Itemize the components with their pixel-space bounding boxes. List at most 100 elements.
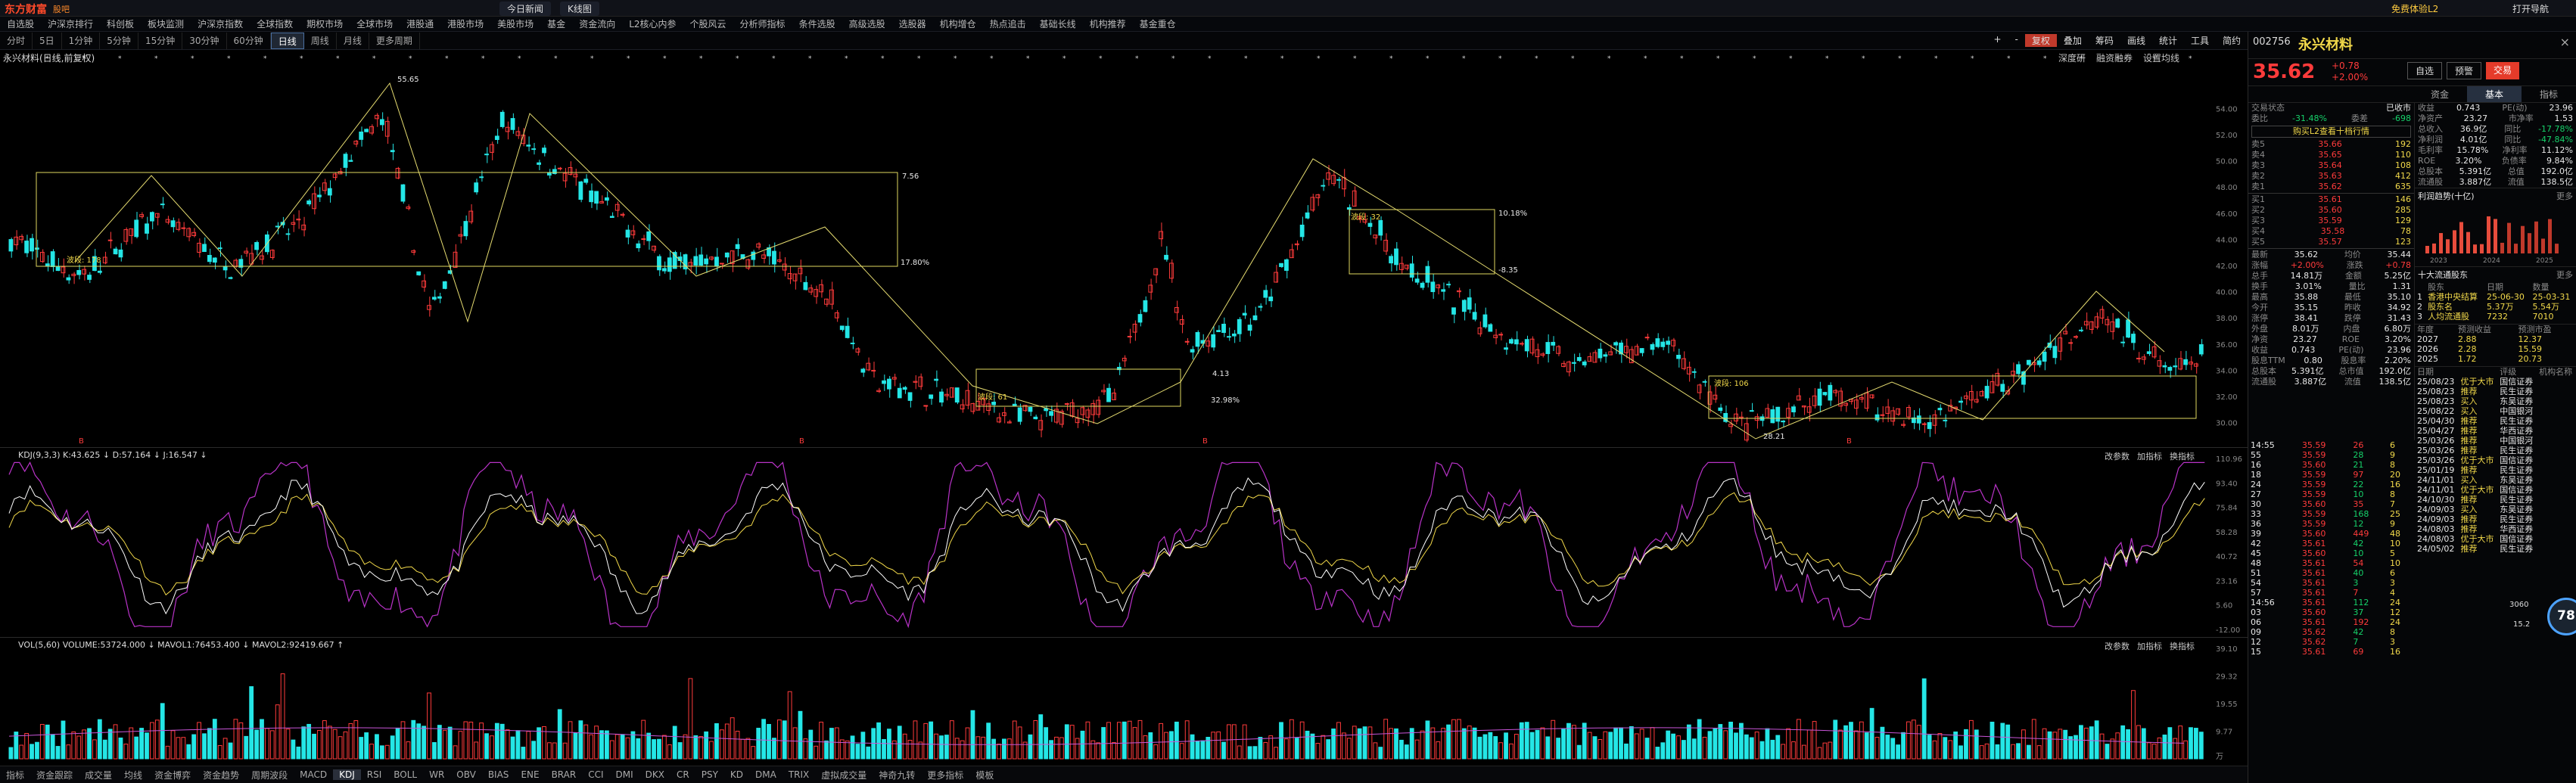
rating-row-3[interactable]: 25/08/22 买入 中国银河	[2415, 406, 2576, 416]
indicator-tab-12[interactable]: OBV	[450, 769, 482, 780]
toolbar-button-2[interactable]: 复权	[2024, 34, 2057, 47]
indicator-tab-5[interactable]: 资金趋势	[197, 769, 245, 781]
period-tab-3[interactable]: 5分钟	[100, 32, 138, 49]
period-tab-6[interactable]: 60分钟	[227, 32, 271, 49]
kdj-switch-indicator-button[interactable]: 换指标	[2170, 450, 2195, 462]
menu-item-7[interactable]: 全球市场	[350, 17, 400, 32]
indicator-tab-23[interactable]: TRIX	[782, 769, 815, 780]
menu-item-22[interactable]: 机构推荐	[1083, 17, 1133, 32]
menu-item-9[interactable]: 港股市场	[440, 17, 490, 32]
rating-row-16[interactable]: 24/08/03 优于大市 国信证券	[2415, 534, 2576, 544]
close-icon[interactable]: ×	[2560, 35, 2570, 49]
indicator-tab-20[interactable]: PSY	[695, 769, 724, 780]
indicator-tab-7[interactable]: MACD	[294, 769, 333, 780]
toolbar-button-3[interactable]: 叠加	[2057, 34, 2089, 47]
indicator-tab-18[interactable]: DKX	[639, 769, 670, 780]
period-tab-1[interactable]: 5日	[33, 32, 62, 49]
indicator-tab-11[interactable]: WR	[423, 769, 450, 780]
menu-item-0[interactable]: 自选股	[0, 17, 41, 32]
rating-row-1[interactable]: 25/08/23 推荐 民生证券	[2415, 387, 2576, 396]
indicator-tab-8[interactable]: KDJ	[333, 769, 361, 780]
toolbar-button-8[interactable]: 简约	[2216, 34, 2248, 47]
indicator-tab-1[interactable]: 资金跟踪	[30, 769, 79, 781]
menu-item-3[interactable]: 板块监测	[141, 17, 191, 32]
indicator-tab-13[interactable]: BIAS	[482, 769, 515, 780]
indicator-tab-26[interactable]: 更多指标	[921, 769, 969, 781]
alert-button[interactable]: 预警	[2447, 62, 2482, 79]
rating-row-8[interactable]: 25/03/26 优于大市 国信证券	[2415, 455, 2576, 465]
menu-item-18[interactable]: 选股器	[892, 17, 933, 32]
vol-switch-indicator-button[interactable]: 换指标	[2170, 640, 2195, 652]
toolbar-button-7[interactable]: 工具	[2184, 34, 2216, 47]
rating-row-4[interactable]: 25/04/30 推荐 民生证券	[2415, 416, 2576, 426]
kdj-add-indicator-button[interactable]: 加指标	[2137, 450, 2162, 462]
vol-edit-params-button[interactable]: 改参数	[2105, 640, 2130, 652]
kdj-pane[interactable]: KDJ(9,3,3) K:43.625 ↓ D:57.164 ↓ J:16.54…	[0, 447, 2248, 637]
kdj-edit-params-button[interactable]: 改参数	[2105, 450, 2130, 462]
rating-row-2[interactable]: 25/08/23 买入 东吴证券	[2415, 396, 2576, 406]
menu-item-6[interactable]: 期权市场	[300, 17, 350, 32]
period-tab-2[interactable]: 1分钟	[62, 32, 101, 49]
indicator-tab-4[interactable]: 资金博弈	[148, 769, 197, 781]
rating-row-14[interactable]: 24/09/03 推荐 民生证券	[2415, 514, 2576, 524]
toolbar-button-1[interactable]: -	[2008, 34, 2025, 47]
period-tab-8[interactable]: 周线	[304, 32, 337, 49]
indicator-tab-15[interactable]: BRAR	[546, 769, 583, 780]
side-tab-indicators[interactable]: 指标	[2522, 86, 2576, 102]
toolbar-button-6[interactable]: 统计	[2152, 34, 2184, 47]
toolbar-button-0[interactable]: +	[1986, 34, 2008, 47]
trade-button[interactable]: 交易	[2486, 62, 2520, 79]
add-watchlist-button[interactable]: 自选	[2407, 62, 2443, 79]
holder-row-0[interactable]: 1 香港中央结算 25-06-30 25-03-31	[2415, 292, 2576, 302]
menu-item-4[interactable]: 沪深京指数	[191, 17, 250, 32]
period-tab-5[interactable]: 30分钟	[182, 32, 227, 49]
menu-item-14[interactable]: 个股风云	[683, 17, 733, 32]
volume-pane[interactable]: VOL(5,60) VOLUME:53724.000 ↓ MAVOL1:7645…	[0, 637, 2248, 766]
side-tab-funds[interactable]: 资金	[2413, 86, 2467, 102]
indicator-tab-22[interactable]: DMA	[749, 769, 782, 780]
menu-item-2[interactable]: 科创板	[100, 17, 141, 32]
rating-row-5[interactable]: 25/04/27 推荐 华西证券	[2415, 426, 2576, 436]
holder-row-2[interactable]: 3 人均流通股 7232 7010	[2415, 312, 2576, 322]
rating-row-15[interactable]: 24/08/03 推荐 华西证券	[2415, 524, 2576, 534]
menu-item-15[interactable]: 分析师指标	[733, 17, 792, 32]
menu-item-1[interactable]: 沪深京排行	[41, 17, 100, 32]
menu-item-21[interactable]: 基础长线	[1033, 17, 1083, 32]
indicator-tab-27[interactable]: 模板	[969, 769, 1000, 781]
indicator-tab-17[interactable]: DMI	[610, 769, 639, 780]
open-nav-link[interactable]: 打开导航	[2512, 2, 2549, 15]
menu-item-10[interactable]: 美股市场	[490, 17, 540, 32]
menu-item-16[interactable]: 条件选股	[792, 17, 842, 32]
trial-l2-link[interactable]: 免费体验L2	[2391, 2, 2438, 15]
indicator-tab-16[interactable]: CCI	[582, 769, 609, 780]
vol-add-indicator-button[interactable]: 加指标	[2137, 640, 2162, 652]
indicator-tab-19[interactable]: CR	[670, 769, 695, 780]
set-ma-button[interactable]: 设置均线	[2143, 51, 2179, 64]
rating-row-7[interactable]: 25/03/26 推荐 民生证券	[2415, 446, 2576, 455]
rating-row-10[interactable]: 24/11/01 买入 东吴证券	[2415, 475, 2576, 485]
kline-chart-pane[interactable]: 永兴材料(日线,前复权) 深度研 融资融券 设置均线 54.00 52.00 50.…	[0, 50, 2248, 755]
menu-item-5[interactable]: 全球指数	[250, 17, 300, 32]
indicator-tab-10[interactable]: BOLL	[387, 769, 423, 780]
side-tab-basic[interactable]: 基本	[2467, 86, 2522, 102]
indicator-tab-25[interactable]: 神奇九转	[873, 769, 921, 781]
holders-more-link[interactable]: 更多	[2556, 269, 2573, 281]
holder-row-1[interactable]: 2 股东名 5.37万 5.54万	[2415, 302, 2576, 312]
indicator-tab-24[interactable]: 虚拟成交量	[815, 769, 873, 781]
rating-row-11[interactable]: 24/11/01 优于大市 国信证券	[2415, 485, 2576, 495]
margin-button[interactable]: 融资融券	[2096, 51, 2133, 64]
rating-row-17[interactable]: 24/05/02 推荐 民生证券	[2415, 544, 2576, 554]
period-tab-7[interactable]: 日线	[270, 32, 304, 49]
rating-row-0[interactable]: 25/08/23 优于大市 国信证券	[2415, 377, 2576, 387]
menu-item-13[interactable]: L2核心内参	[622, 17, 683, 32]
menu-item-23[interactable]: 基金重仓	[1133, 17, 1183, 32]
rating-row-13[interactable]: 24/09/03 买入 东吴证券	[2415, 505, 2576, 514]
indicator-tab-14[interactable]: ENE	[515, 769, 545, 780]
indicator-tab-21[interactable]: KD	[724, 769, 749, 780]
tab-kline[interactable]: K线图	[560, 2, 599, 16]
menu-item-11[interactable]: 基金	[540, 17, 572, 32]
period-tab-4[interactable]: 15分钟	[138, 32, 183, 49]
indicator-tab-3[interactable]: 均线	[118, 769, 148, 781]
toolbar-button-4[interactable]: 筹码	[2089, 34, 2120, 47]
profit-more-link[interactable]: 更多	[2556, 190, 2573, 202]
